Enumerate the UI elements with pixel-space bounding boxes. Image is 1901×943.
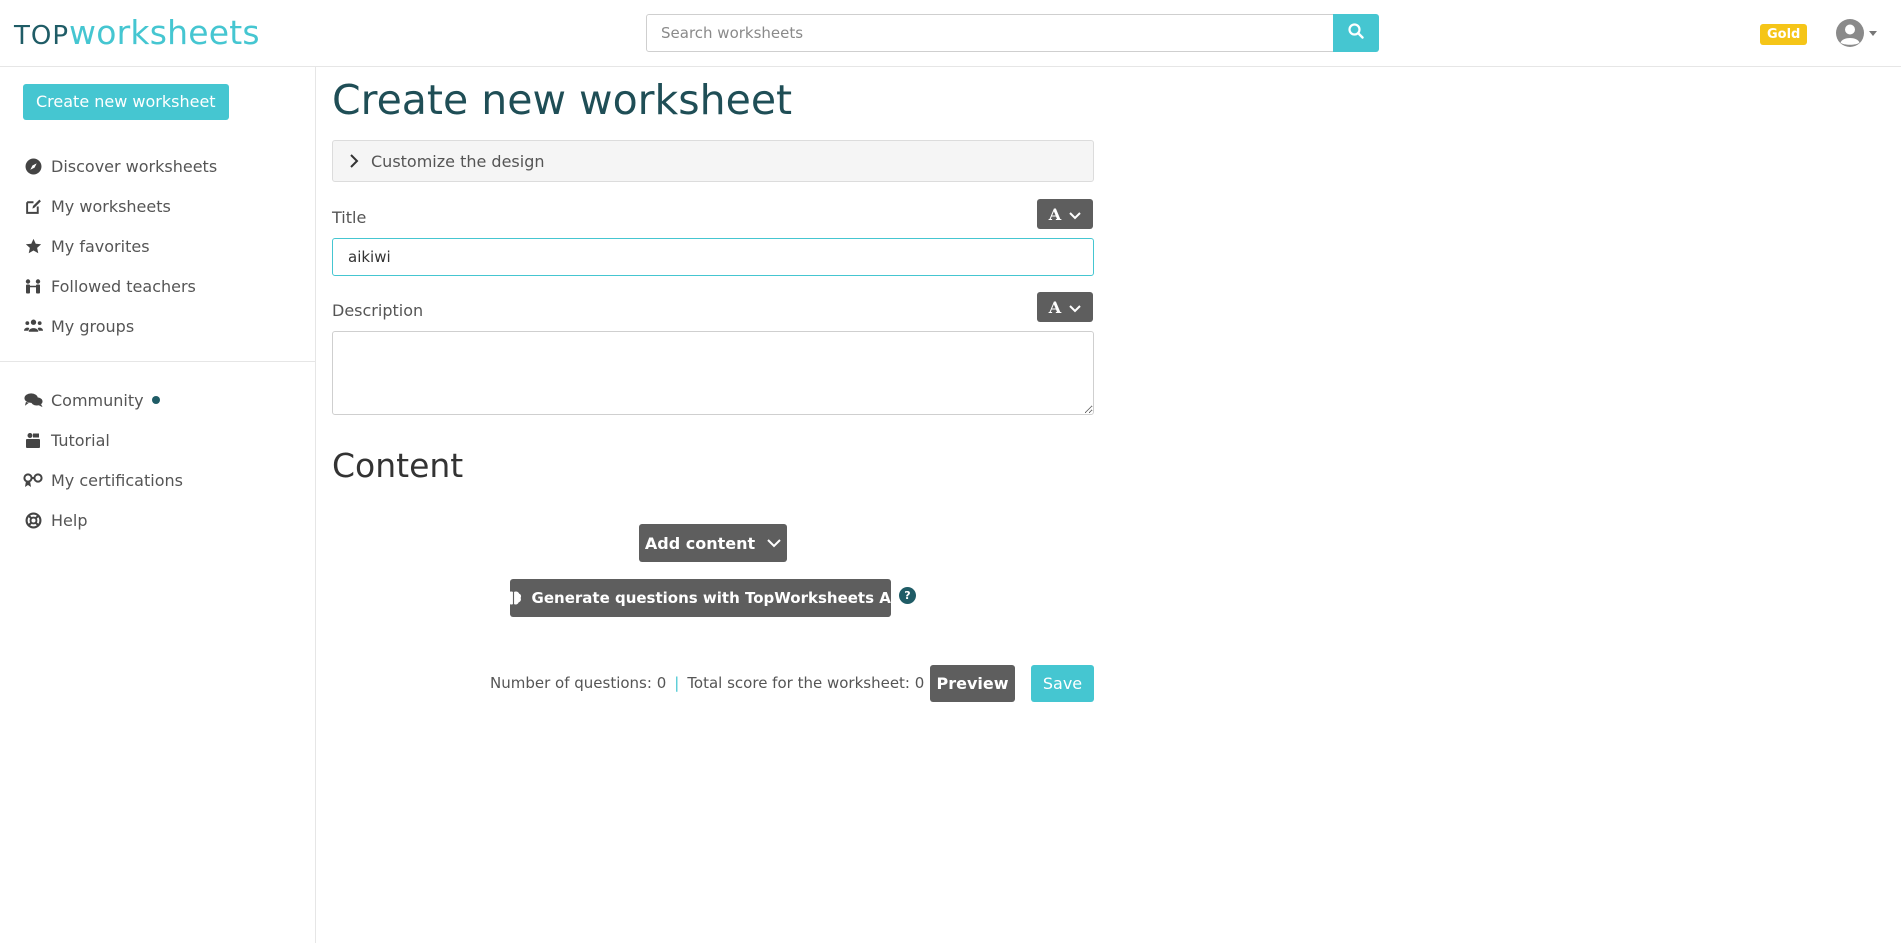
- search-button[interactable]: [1333, 14, 1379, 52]
- content-heading: Content: [332, 446, 464, 485]
- ai-button-label: Generate questions with TopWorksheets AI: [531, 589, 897, 607]
- comments-icon: [23, 390, 43, 410]
- certificate-icon: [23, 470, 43, 490]
- sidebar-item-my-worksheets[interactable]: My worksheets: [23, 194, 171, 218]
- groups-icon: [23, 316, 43, 336]
- customize-design-toggle[interactable]: Customize the design: [332, 140, 1094, 182]
- sidebar-item-label: My favorites: [51, 236, 150, 256]
- brain-icon: [505, 590, 522, 606]
- chevron-right-icon: [349, 154, 359, 168]
- sidebar: Create new worksheet Discover worksheets…: [0, 67, 316, 943]
- total-score: Total score for the worksheet: 0: [687, 674, 925, 692]
- logo[interactable]: TOPworksheets: [14, 12, 260, 57]
- generate-ai-questions-button[interactable]: Generate questions with TopWorksheets AI: [505, 579, 896, 617]
- notification-dot: [151, 396, 160, 404]
- description-font-button[interactable]: A: [1037, 292, 1093, 322]
- sidebar-item-label: Tutorial: [51, 430, 110, 450]
- questions-count: Number of questions: 0: [490, 674, 667, 692]
- sidebar-item-label: Discover worksheets: [51, 156, 218, 176]
- sidebar-item-label: Help: [51, 510, 88, 530]
- sidebar-item-tutorial[interactable]: Tutorial: [23, 428, 110, 452]
- page-title: Create new worksheet: [332, 76, 793, 124]
- customize-design-label: Customize the design: [371, 151, 545, 171]
- teachers-icon: [23, 276, 43, 296]
- sidebar-item-label: My certifications: [51, 470, 183, 490]
- worksheet-stats: Number of questions: 0 | Total score for…: [490, 674, 924, 692]
- chevron-down-icon: [1069, 205, 1081, 224]
- star-icon: [23, 236, 43, 256]
- edit-icon: [23, 196, 43, 216]
- title-label: Title: [332, 208, 367, 227]
- save-button[interactable]: Save: [1031, 665, 1094, 702]
- gold-badge[interactable]: Gold: [1760, 24, 1808, 45]
- sidebar-item-label: Followed teachers: [51, 276, 196, 296]
- add-content-button[interactable]: Add content: [639, 524, 787, 562]
- font-icon: A: [1048, 297, 1062, 317]
- sidebar-item-label: My worksheets: [51, 196, 171, 216]
- sidebar-item-label: Community: [51, 390, 144, 410]
- sidebar-item-label: My groups: [51, 316, 135, 336]
- add-content-label: Add content: [644, 533, 756, 553]
- search-bar: [646, 14, 1379, 52]
- create-worksheet-button[interactable]: Create new worksheet: [23, 84, 229, 120]
- chevron-down-icon: [1069, 298, 1081, 317]
- sidebar-item-followed-teachers[interactable]: Followed teachers: [23, 274, 196, 298]
- font-icon: A: [1048, 204, 1062, 224]
- chevron-down-icon: [767, 538, 781, 548]
- description-textarea[interactable]: [332, 331, 1094, 415]
- title-font-button[interactable]: A: [1037, 199, 1093, 229]
- lifebuoy-icon: [23, 510, 43, 530]
- tutorial-icon: [23, 430, 43, 450]
- search-input[interactable]: [646, 14, 1334, 52]
- logo-worksheets-text: worksheets: [69, 13, 260, 52]
- compass-icon: [23, 156, 43, 176]
- sidebar-item-discover[interactable]: Discover worksheets: [23, 154, 217, 178]
- search-icon: [1348, 23, 1364, 43]
- chevron-down-icon[interactable]: [1869, 31, 1877, 36]
- top-header: TOPworksheets Gold: [0, 0, 1901, 67]
- title-input[interactable]: [332, 238, 1094, 276]
- help-icon[interactable]: ?: [899, 587, 916, 604]
- description-label: Description: [332, 301, 424, 320]
- sidebar-item-help[interactable]: Help: [23, 508, 87, 532]
- sidebar-item-my-groups[interactable]: My groups: [23, 314, 134, 338]
- preview-button[interactable]: Preview: [930, 665, 1015, 702]
- avatar-icon[interactable]: [1835, 18, 1865, 48]
- sidebar-item-certifications[interactable]: My certifications: [23, 468, 183, 492]
- sidebar-divider: [0, 361, 315, 362]
- sidebar-item-favorites[interactable]: My favorites: [23, 234, 150, 258]
- logo-top-text: TOP: [14, 21, 70, 51]
- sidebar-item-community[interactable]: Community: [23, 388, 160, 412]
- stats-separator: |: [674, 674, 680, 692]
